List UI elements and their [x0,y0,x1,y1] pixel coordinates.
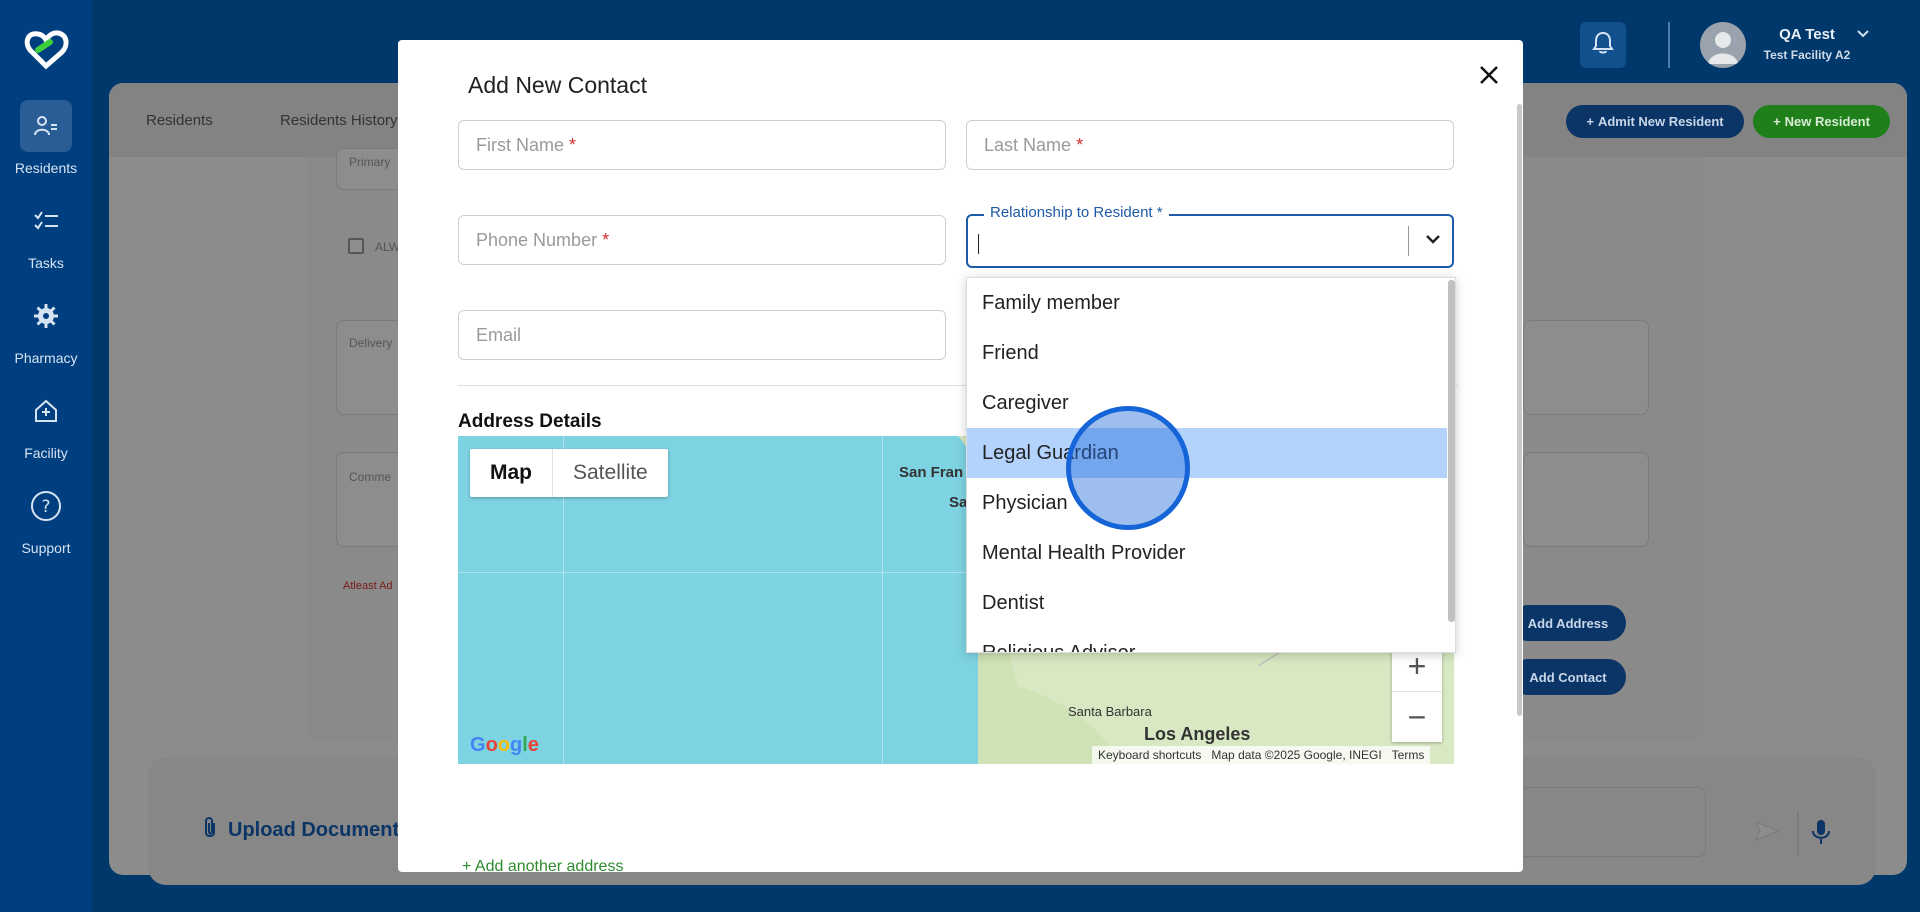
right-field-bg [1523,320,1649,415]
close-icon [1479,65,1499,90]
dropdown-option-friend[interactable]: Friend [967,328,1447,378]
facility-name[interactable]: Test Facility A2 [1752,48,1862,62]
chat-divider [1797,812,1799,856]
plus-icon: + [1586,114,1594,129]
first-name-field[interactable]: First Name * [458,120,946,170]
send-icon[interactable] [1754,820,1780,847]
right-field-bg [1523,452,1649,547]
map-type-map-button[interactable]: Map [470,449,553,497]
chevron-down-icon[interactable] [1856,26,1870,44]
dropdown-option-dentist[interactable]: Dentist [967,578,1447,628]
nav-facility[interactable]: Facility [0,385,92,461]
nav-tasks[interactable]: Tasks [0,195,92,271]
avatar[interactable] [1700,22,1746,68]
paperclip-icon [202,815,218,845]
map-label-san-francisco: San Fran [899,464,964,481]
admit-label: Admit New Resident [1597,114,1724,129]
email-field[interactable]: Email [458,310,946,360]
checkbox[interactable] [348,238,364,254]
dropdown-option-caregiver[interactable]: Caregiver [967,378,1447,428]
comments-field-label: Comme [349,470,392,484]
phone-number-field[interactable]: Phone Number * [458,215,946,265]
nav-label: Facility [24,445,68,461]
plus-icon: + [1773,114,1781,129]
dropdown-option-religious-advisor[interactable]: Religious Advisor [967,628,1447,653]
google-logo: Google [470,734,539,756]
first-name-placeholder: First Name * [476,135,577,155]
chevron-down-icon[interactable] [1424,230,1442,253]
primary-field-label: Primary [349,155,391,169]
tab-residents[interactable]: Residents [146,112,213,129]
checkbox-label: ALW [375,240,401,254]
tab-residents-history[interactable]: Residents History [280,112,398,129]
side-nav: Residents Tasks Pharmacy Facility ? Supp… [0,0,92,912]
dropdown-option-family-member[interactable]: Family member [967,278,1447,328]
last-name-field[interactable]: Last Name * [966,120,1454,170]
nav-label: Pharmacy [14,350,78,366]
dropdown-option-mental-health-provider[interactable]: Mental Health Provider [967,528,1447,578]
email-placeholder: Email [476,325,522,345]
relationship-select[interactable]: Relationship to Resident * [966,204,1454,268]
nav-pharmacy[interactable]: Pharmacy [0,290,92,366]
zoom-out-button[interactable]: − [1392,692,1442,742]
dropdown-option-physician[interactable]: Physician [967,478,1447,528]
select-separator [1408,226,1409,256]
microphone-icon[interactable] [1810,818,1832,851]
map-data-text: Map data ©2025 Google, INEGI [1211,748,1382,762]
relationship-label: Relationship to Resident * [984,204,1169,221]
delivery-field-label: Delivery [349,336,393,350]
map-type-toggle: Map Satellite [470,449,668,497]
add-another-address-link[interactable]: + Add another address [462,858,623,872]
bell-icon [1592,31,1614,60]
admit-new-resident-button[interactable]: + Admit New Resident [1566,105,1744,138]
phone-number-placeholder: Phone Number * [476,230,610,250]
address-details-title: Address Details [458,411,602,432]
new-resident-button[interactable]: + New Resident [1753,105,1890,138]
map-zoom-controls: + − [1392,642,1442,742]
help-icon: ? [20,480,72,532]
map-gridline [882,436,883,764]
map-label-los-angeles: Los Angeles [1144,724,1251,744]
add-contact-button[interactable]: Add Contact [1510,659,1626,695]
text-caret [978,234,979,254]
map-label-sa: Sa [949,494,968,511]
map-type-satellite-button[interactable]: Satellite [553,449,668,497]
click-indicator [1066,406,1190,530]
add-address-button[interactable]: Add Address [1510,605,1626,641]
nav-support[interactable]: ? Support [0,480,92,556]
upload-document-button[interactable]: Upload Document/ [202,815,405,845]
nav-label: Support [21,540,71,556]
nav-label: Tasks [28,255,64,271]
topbar-divider [1668,22,1670,68]
keyboard-shortcuts-link[interactable]: Keyboard shortcuts [1098,748,1201,762]
relationship-dropdown: Family member Friend Caregiver Legal Gua… [966,277,1456,653]
tasks-icon [20,195,72,247]
svg-text:?: ? [41,497,50,517]
last-name-placeholder: Last Name * [984,135,1084,155]
map-attribution: Keyboard shortcuts Map data ©2025 Google… [1092,746,1431,764]
message-input-bg[interactable] [1500,787,1706,857]
app-logo[interactable] [20,28,72,72]
map-label-santa-barbara: Santa Barbara [1068,704,1152,719]
delivery-field-bg [336,320,406,415]
dropdown-scrollbar[interactable] [1448,280,1455,622]
gear-icon [20,290,72,342]
residents-icon [20,100,72,152]
dropdown-option-legal-guardian[interactable]: Legal Guardian [967,428,1447,478]
modal-scrollbar[interactable] [1517,104,1522,716]
terms-link[interactable]: Terms [1392,748,1425,762]
user-name[interactable]: QA Test [1762,26,1852,43]
modal-title: Add New Contact [468,72,647,98]
new-resident-label: New Resident [1784,114,1870,129]
comments-field-bg [336,452,406,547]
notifications-button[interactable] [1580,22,1626,68]
nav-label: Residents [14,160,78,176]
facility-icon [20,385,72,437]
upload-label: Upload Document/ [228,818,405,841]
nav-residents[interactable]: Residents [0,100,92,176]
background-warning: Atleast Ad [343,580,393,592]
close-button[interactable] [1474,62,1504,92]
